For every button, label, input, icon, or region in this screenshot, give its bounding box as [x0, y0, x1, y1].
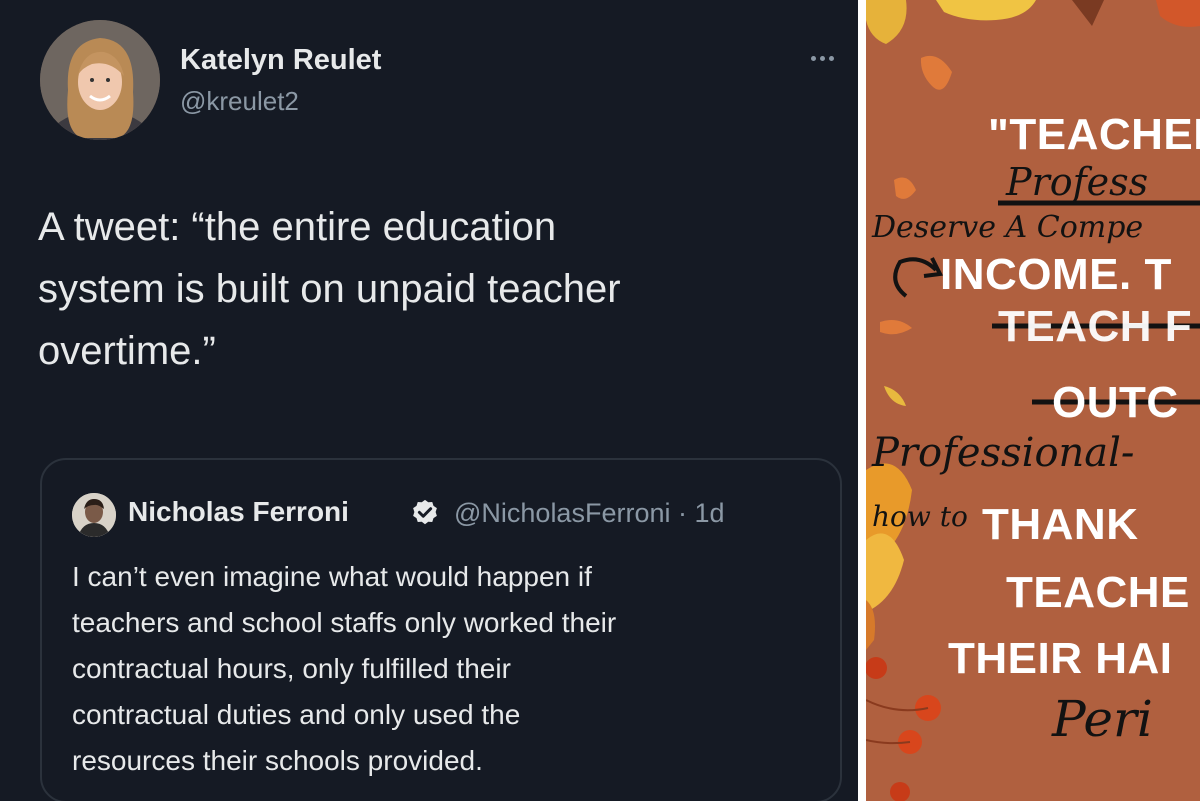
sign-handwritten-line: how to [872, 500, 968, 533]
sign-printed-line: TEACH F [998, 302, 1193, 351]
sign-printed-line: OUTC [1052, 378, 1179, 427]
sign-printed-line: "TEACHEI [988, 110, 1200, 159]
sign-printed-line: INCOME. T [940, 250, 1172, 299]
author-avatar[interactable] [40, 20, 160, 140]
sign-handwritten-line: Professional- [872, 430, 1135, 476]
quoted-author-name[interactable]: Nicholas Ferroni [128, 496, 349, 528]
tweet-text-line: overtime.” [38, 329, 216, 373]
hand-drawn-arrow-icon [893, 257, 938, 298]
sign-printed-line: THEIR HAI [948, 634, 1173, 683]
sign-printed-line: THANK [982, 500, 1139, 549]
more-horizontal-icon [810, 55, 816, 61]
quoted-tweet-text: I can’t even imagine what would happen i… [72, 554, 822, 784]
quoted-text-line: I can’t even imagine what would happen i… [72, 561, 592, 592]
tweet-text: A tweet: “the entire education system is… [38, 196, 828, 382]
quoted-author-handle-time[interactable]: @NicholasFerroni · 1d [454, 498, 725, 529]
sign-handwritten-line: Profess [1006, 160, 1149, 204]
quoted-text-line: resources their schools provided. [72, 745, 483, 776]
sign-printed-line: TEACHE [1006, 568, 1190, 617]
more-options-button[interactable] [800, 44, 844, 72]
quoted-text-line: contractual duties and only used the [72, 699, 521, 730]
quoted-text-line: teachers and school staffs only worked t… [72, 607, 617, 638]
sign-photo: "TEACHEI Profess Deserve A Compe INCOME.… [866, 0, 1200, 801]
sign-handwritten-line: Deserve A Compe [872, 210, 1144, 245]
avatar-portrait-icon [40, 20, 160, 140]
author-name[interactable]: Katelyn Reulet [180, 44, 381, 77]
tweet-panel: Katelyn Reulet @kreulet2 A tweet: “the e… [0, 0, 858, 801]
quoted-author-avatar[interactable] [72, 493, 116, 537]
avatar-portrait-icon [72, 493, 116, 537]
author-handle[interactable]: @kreulet2 [180, 86, 299, 117]
sign-handwritten-line: Peri [1052, 690, 1153, 748]
tweet-text-line: A tweet: “the entire education [38, 205, 557, 249]
quoted-text-line: contractual hours, only fulfilled their [72, 653, 511, 684]
verified-badge-icon [413, 499, 437, 525]
tweet-text-line: system is built on unpaid teacher [38, 267, 621, 311]
quoted-tweet-card[interactable]: Nicholas Ferroni @NicholasFerroni · 1d I… [40, 458, 842, 801]
